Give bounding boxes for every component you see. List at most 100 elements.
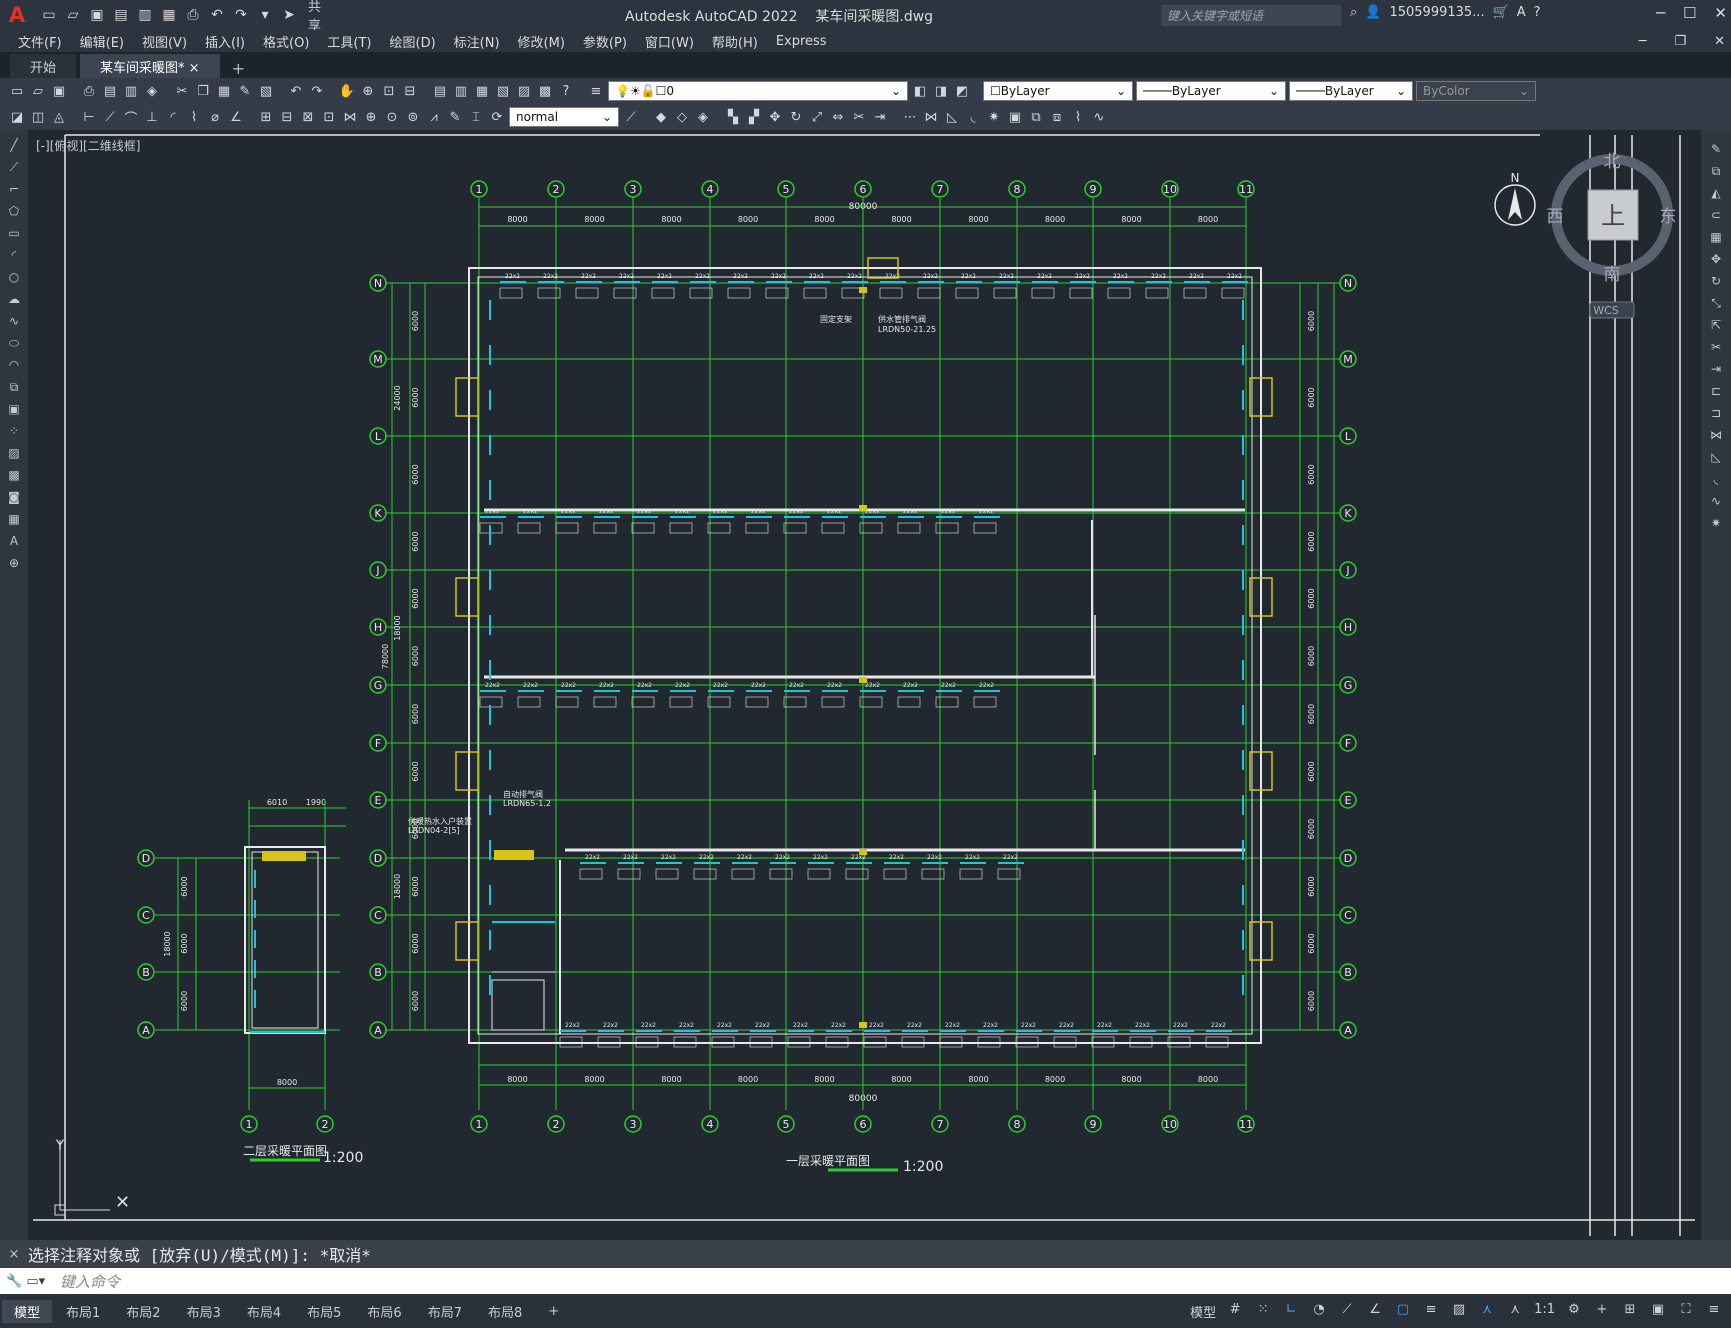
rectangle-icon[interactable]: ▭ xyxy=(5,224,23,242)
linetype-dropdown[interactable]: ──── ByLayer ⌄ xyxy=(1136,81,1286,101)
minimize-icon[interactable]: ─ xyxy=(1656,4,1665,22)
units-icon[interactable]: ⊞ xyxy=(1621,1302,1639,1321)
layout-tab-1[interactable]: 布局1 xyxy=(54,1300,112,1323)
lineweight-icon[interactable]: ≡ xyxy=(1422,1302,1440,1321)
chamfer-icon[interactable]: ◺ xyxy=(943,108,961,126)
layout-tab-3[interactable]: 布局3 xyxy=(175,1300,233,1323)
isodraft-icon[interactable]: ⟋ xyxy=(1338,1302,1356,1321)
polar-icon[interactable]: ◔ xyxy=(1310,1302,1328,1321)
share-label[interactable]: 共享 xyxy=(308,0,330,34)
menu-help[interactable]: 帮助(H) xyxy=(712,32,758,51)
command-prompt-icon[interactable]: 🔧 ▭▾ xyxy=(0,1274,60,1289)
hatch-icon[interactable]: ▨ xyxy=(5,444,23,462)
join-icon[interactable]: ⋈ xyxy=(922,108,940,126)
diameter-dimension-icon[interactable]: ⌀ xyxy=(206,108,224,126)
undo-icon[interactable]: ↶ xyxy=(287,82,305,100)
layout-tab-4[interactable]: 布局4 xyxy=(235,1300,293,1323)
ellipse-icon[interactable]: ⬭ xyxy=(5,334,23,352)
viewcube-east[interactable]: 东 xyxy=(1660,207,1677,227)
rotate-icon[interactable]: ↻ xyxy=(787,108,805,126)
radius-dimension-icon[interactable]: ◜ xyxy=(164,108,182,126)
blend-curves-icon[interactable]: ∿ xyxy=(1707,492,1725,510)
break-at-point-icon[interactable]: ⊏ xyxy=(1707,382,1725,400)
layout-tab-8[interactable]: 布局8 xyxy=(476,1300,534,1323)
tool-palettes-icon[interactable]: ▦ xyxy=(473,82,491,100)
paste-icon[interactable]: ▦ xyxy=(215,82,233,100)
cart-icon[interactable]: 🛒 xyxy=(1493,5,1509,20)
ungroup-icon[interactable]: ⧈ xyxy=(1048,108,1066,126)
explode-icon[interactable]: ✷ xyxy=(985,108,1003,126)
publish-icon[interactable]: ▥ xyxy=(122,82,140,100)
layer-isolate-icon[interactable]: ◫ xyxy=(29,108,47,126)
break-icon[interactable]: ⋯ xyxy=(901,108,919,126)
menu-insert[interactable]: 插入(I) xyxy=(205,32,245,51)
menu-modify[interactable]: 修改(M) xyxy=(518,32,565,51)
dimension-space-icon[interactable]: ⊡ xyxy=(320,108,338,126)
quick-dimension-icon[interactable]: ⊞ xyxy=(257,108,275,126)
plot-icon[interactable]: ⎙ xyxy=(80,82,98,100)
construction-line-icon[interactable]: ⟋ xyxy=(5,158,23,176)
arc-icon[interactable]: ◜ xyxy=(5,246,23,264)
help-icon[interactable]: ? xyxy=(1534,5,1541,20)
tab-document[interactable]: 某车间采暖图* × xyxy=(80,54,220,78)
new-tab-icon[interactable]: + xyxy=(232,59,245,78)
spline-icon[interactable]: ∿ xyxy=(5,312,23,330)
extend-icon[interactable]: ⇥ xyxy=(871,108,889,126)
break-icon[interactable]: ⊐ xyxy=(1707,404,1725,422)
viewcube-west[interactable]: 西 xyxy=(1547,207,1564,227)
rotate-icon[interactable]: ↻ xyxy=(1707,272,1725,290)
text-style-dropdown[interactable]: normal ⌄ xyxy=(509,107,619,127)
menu-file[interactable]: 文件(F) xyxy=(18,32,62,51)
copy-icon[interactable]: ⧉ xyxy=(1707,162,1725,180)
array-icon[interactable]: ▞ xyxy=(745,108,763,126)
dimension-text-edit-icon[interactable]: ⌶ xyxy=(467,108,485,126)
publish-icon[interactable]: ▦ xyxy=(158,4,180,26)
grid-icon[interactable]: # xyxy=(1226,1302,1244,1321)
annotation-visibility-icon[interactable]: ⋏ xyxy=(1478,1302,1496,1321)
fillet-icon[interactable]: ◟ xyxy=(964,108,982,126)
array-icon[interactable]: ▦ xyxy=(1707,228,1725,246)
layer-match-icon[interactable]: ◩ xyxy=(953,82,971,100)
region-icon[interactable]: ◙ xyxy=(5,488,23,506)
linear-dimension-icon[interactable]: ⊢ xyxy=(80,108,98,126)
jogged-dimension-icon[interactable]: ⌇ xyxy=(185,108,203,126)
angular-dimension-icon[interactable]: ∠ xyxy=(227,108,245,126)
object-snap-tracking-icon[interactable]: ∠ xyxy=(1366,1302,1384,1321)
offset-icon[interactable]: ▚ xyxy=(724,108,742,126)
pan-icon[interactable]: ✋ xyxy=(338,82,356,100)
add-selected-icon[interactable]: ⊕ xyxy=(5,554,23,572)
block-editor-icon[interactable]: ▧ xyxy=(257,82,275,100)
hardware-acceleration-icon[interactable]: ▣ xyxy=(1649,1302,1667,1321)
erase-icon[interactable]: ◆ xyxy=(652,108,670,126)
snap-icon[interactable]: ⁙ xyxy=(1254,1302,1272,1321)
model-space-toggle[interactable]: 模型 xyxy=(1190,1302,1216,1321)
inspection-icon[interactable]: ⊚ xyxy=(404,108,422,126)
trim-icon[interactable]: ✂ xyxy=(1707,338,1725,356)
undo-icon[interactable]: ↶ xyxy=(206,4,228,26)
move-icon[interactable]: ✥ xyxy=(1707,250,1725,268)
layout-tab-2[interactable]: 布局2 xyxy=(114,1300,172,1323)
drawing-canvas[interactable]: 8000080000118000800022800080003380008000… xyxy=(28,130,1701,1240)
ortho-icon[interactable]: ∟ xyxy=(1282,1302,1300,1321)
redo-icon[interactable]: ↷ xyxy=(230,4,252,26)
properties-icon[interactable]: ▤ xyxy=(431,82,449,100)
continue-dimension-icon[interactable]: ⊠ xyxy=(299,108,317,126)
preview-icon[interactable]: ▤ xyxy=(101,82,119,100)
3d-print-icon[interactable]: ◈ xyxy=(143,82,161,100)
open-file-icon[interactable]: ▱ xyxy=(62,4,84,26)
zoom-previous-icon[interactable]: ⊟ xyxy=(401,82,419,100)
explode-icon[interactable]: ✷ xyxy=(1707,514,1725,532)
table-icon[interactable]: ▦ xyxy=(5,510,23,528)
annotation-monitor-icon[interactable]: + xyxy=(1593,1302,1611,1321)
group-icon[interactable]: ⧉ xyxy=(1027,108,1045,126)
trim-icon[interactable]: ✂ xyxy=(850,108,868,126)
fillet-icon[interactable]: ◟ xyxy=(1707,470,1725,488)
cut-icon[interactable]: ✂ xyxy=(173,82,191,100)
share-icon[interactable]: ➤ xyxy=(278,4,300,26)
autocad-logo-icon[interactable]: A xyxy=(4,2,30,28)
clean-screen-icon[interactable]: ⛶ xyxy=(1677,1302,1695,1321)
save-as-icon[interactable]: ▤ xyxy=(110,4,132,26)
polygon-icon[interactable]: ⬠ xyxy=(5,202,23,220)
polyline-icon[interactable]: ⌐ xyxy=(5,180,23,198)
center-mark-icon[interactable]: ⊙ xyxy=(383,108,401,126)
